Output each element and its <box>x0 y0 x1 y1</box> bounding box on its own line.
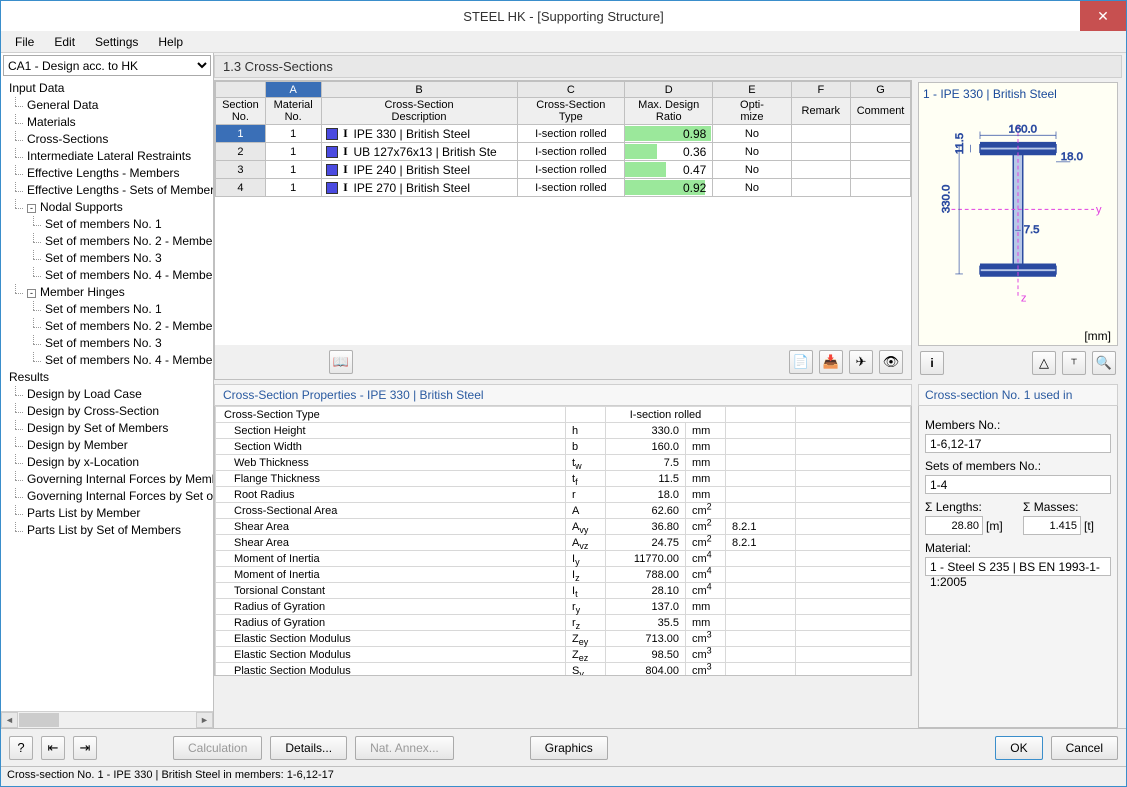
tree-item[interactable]: -Member Hinges <box>1 284 213 301</box>
dim-button[interactable]: ⸆ <box>1062 351 1086 375</box>
library-button[interactable]: 📖 <box>329 350 353 374</box>
tree-item[interactable]: Set of members No. 3 <box>1 335 213 352</box>
table-row[interactable]: 31I IPE 240 | British SteelI-section rol… <box>216 161 911 179</box>
svg-text:11.5: 11.5 <box>954 133 966 154</box>
tree-item[interactable]: Design by Set of Members <box>1 420 213 437</box>
section-preview: 1 - IPE 330 | British Steel <box>918 82 1118 346</box>
tree-item[interactable]: Effective Lengths - Members <box>1 165 213 182</box>
help-button[interactable]: ? <box>9 736 33 760</box>
sidebar-hscroll[interactable]: ◄► <box>1 711 213 728</box>
sidebar: CA1 - Design acc. to HK Input DataGenera… <box>1 53 214 728</box>
zoom-button[interactable]: 🔍 <box>1092 351 1116 375</box>
section-title: 1.3 Cross-Sections <box>214 55 1122 78</box>
nat-annex-button[interactable]: Nat. Annex... <box>355 736 454 760</box>
svg-text:7.5: 7.5 <box>1024 224 1040 236</box>
tree-item[interactable]: Intermediate Lateral Restraints <box>1 148 213 165</box>
info-title: Cross-section No. 1 used in <box>918 384 1118 406</box>
tree-item[interactable]: Input Data <box>1 80 213 97</box>
menu-edit[interactable]: Edit <box>46 33 83 51</box>
details-button[interactable]: Details... <box>270 736 347 760</box>
close-button[interactable]: ✕ <box>1080 1 1126 31</box>
view-button[interactable]: 👁 <box>879 350 903 374</box>
tree-item[interactable]: Set of members No. 1 <box>1 301 213 318</box>
cross-sections-grid[interactable]: ABCDEFGSectionNo.MaterialNo.Cross-Sectio… <box>214 80 912 380</box>
filter-button[interactable]: ✈ <box>849 350 873 374</box>
sets-used: 1-4 <box>925 475 1111 494</box>
tree-item[interactable]: Design by Load Case <box>1 386 213 403</box>
titlebar: STEEL HK - [Supporting Structure] ✕ <box>1 1 1126 31</box>
table-row[interactable]: 21I UB 127x76x13 | British SteI-section … <box>216 143 911 161</box>
cancel-button[interactable]: Cancel <box>1051 736 1118 760</box>
table-row[interactable]: 41I IPE 270 | British SteelI-section rol… <box>216 179 911 197</box>
info-panel: Members No.: 1-6,12-17 Sets of members N… <box>918 406 1118 728</box>
window-title: STEEL HK - [Supporting Structure] <box>463 9 663 24</box>
material-used: 1 - Steel S 235 | BS EN 1993-1-1:2005 <box>925 557 1111 576</box>
tree-item[interactable]: Cross-Sections <box>1 131 213 148</box>
menubar: File Edit Settings Help <box>1 31 1126 53</box>
tree-item[interactable]: Parts List by Set of Members <box>1 522 213 539</box>
tree-item[interactable]: Set of members No. 2 - Member S <box>1 318 213 335</box>
import-button[interactable]: 📥 <box>819 350 843 374</box>
tree-item[interactable]: Set of members No. 4 - Member S <box>1 352 213 369</box>
tree-item[interactable]: Effective Lengths - Sets of Members <box>1 182 213 199</box>
next-button[interactable]: ⇥ <box>73 736 97 760</box>
case-combo[interactable]: CA1 - Design acc. to HK <box>3 55 211 76</box>
tree-item[interactable]: Set of members No. 4 - Member S <box>1 267 213 284</box>
info-button[interactable]: i <box>920 351 944 375</box>
svg-text:18.0: 18.0 <box>1061 151 1083 163</box>
tree-item[interactable]: Governing Internal Forces by Member <box>1 471 213 488</box>
tree-item[interactable]: Design by x-Location <box>1 454 213 471</box>
bottom-toolbar: ? ⇤ ⇥ Calculation Details... Nat. Annex.… <box>1 728 1126 766</box>
svg-text:y: y <box>1096 204 1102 216</box>
tree-item[interactable]: Materials <box>1 114 213 131</box>
graphics-button[interactable]: Graphics <box>530 736 608 760</box>
prev-button[interactable]: ⇤ <box>41 736 65 760</box>
menu-settings[interactable]: Settings <box>87 33 146 51</box>
tree-item[interactable]: Design by Member <box>1 437 213 454</box>
menu-help[interactable]: Help <box>150 33 191 51</box>
axes-button[interactable]: △ <box>1032 351 1056 375</box>
props-title: Cross-Section Properties - IPE 330 | Bri… <box>214 384 912 406</box>
table-row[interactable]: 11I IPE 330 | British SteelI-section rol… <box>216 125 911 143</box>
ok-button[interactable]: OK <box>995 736 1042 760</box>
props-table[interactable]: Cross-Section TypeI-section rolledSectio… <box>214 406 912 676</box>
menu-file[interactable]: File <box>7 33 42 51</box>
tree-item[interactable]: Set of members No. 2 - Member S <box>1 233 213 250</box>
tree-item[interactable]: Set of members No. 3 <box>1 250 213 267</box>
app-window: STEEL HK - [Supporting Structure] ✕ File… <box>0 0 1127 787</box>
tree-item[interactable]: Design by Cross-Section <box>1 403 213 420</box>
statusbar: Cross-section No. 1 - IPE 330 | British … <box>1 766 1126 786</box>
svg-text:160.0: 160.0 <box>1009 123 1038 135</box>
tree-item[interactable]: -Nodal Supports <box>1 199 213 216</box>
svg-text:330.0: 330.0 <box>941 185 953 214</box>
nav-tree[interactable]: Input DataGeneral DataMaterialsCross-Sec… <box>1 78 213 711</box>
sum-masses <box>1023 516 1081 535</box>
sum-lengths <box>925 516 983 535</box>
svg-text:z: z <box>1021 293 1027 305</box>
calculation-button[interactable]: Calculation <box>173 736 262 760</box>
tree-item[interactable]: General Data <box>1 97 213 114</box>
tree-item[interactable]: Results <box>1 369 213 386</box>
tree-item[interactable]: Governing Internal Forces by Set of <box>1 488 213 505</box>
export-button[interactable]: 📄 <box>789 350 813 374</box>
tree-item[interactable]: Set of members No. 1 <box>1 216 213 233</box>
members-used: 1-6,12-17 <box>925 434 1111 453</box>
tree-item[interactable]: Parts List by Member <box>1 505 213 522</box>
